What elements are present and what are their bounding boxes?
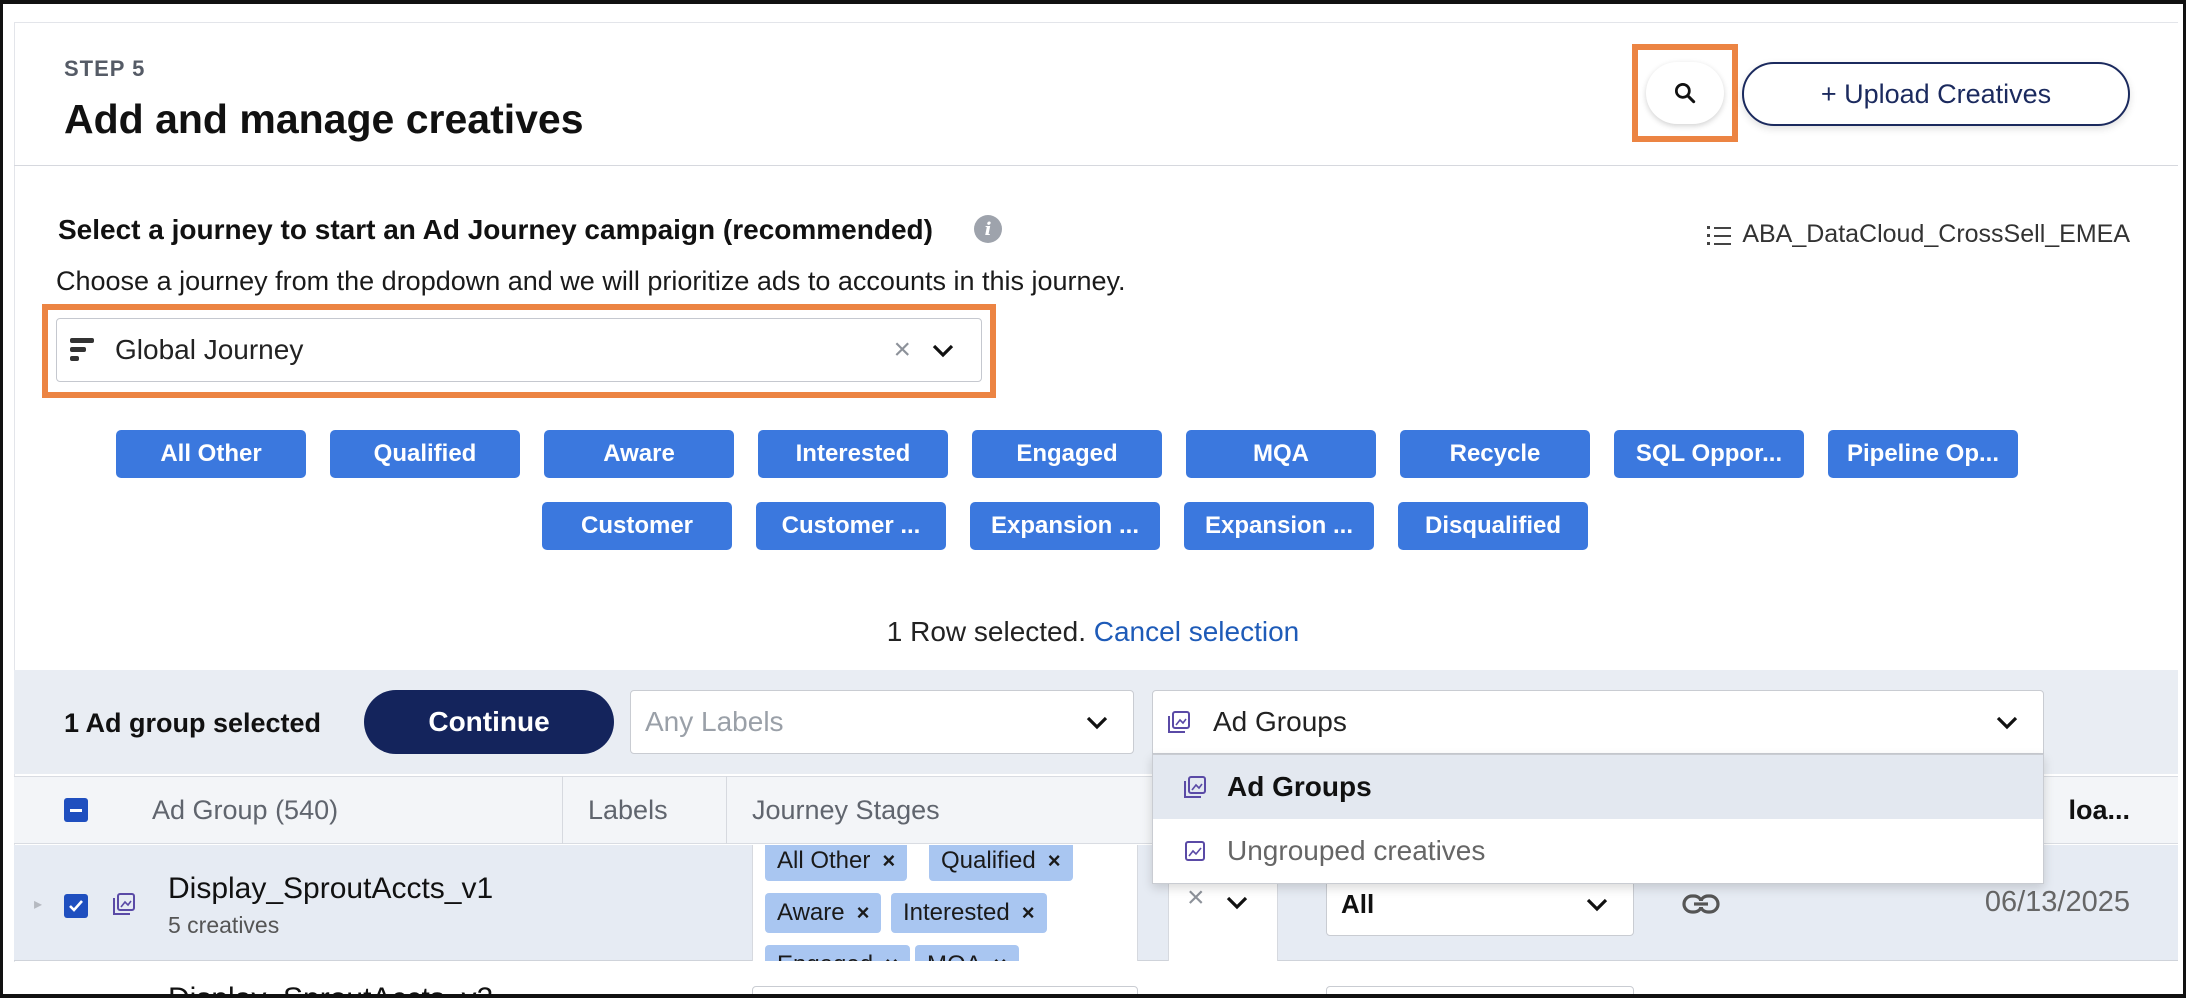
stage-chip[interactable]: MQA [1186,430,1376,478]
stage-chip[interactable]: Customer [542,502,732,550]
audience-select-value: All [1341,888,1375,919]
upload-creatives-button[interactable]: + Upload Creatives [1742,62,2130,126]
column-labels[interactable]: Labels [588,795,668,826]
chevron-down-icon [1586,898,1608,912]
info-icon[interactable]: i [974,215,1002,243]
chip-row-1: All Other Qualified Aware Interested Engaged… [0,430,2186,478]
stage-tag-label: MQA [927,951,982,961]
clear-icon[interactable]: × [1187,881,1205,915]
campaign-name-text: ABA_DataCloud_CrossSell_EMEA [1742,220,2130,248]
ad-group-icon [1184,776,1206,798]
column-last[interactable]: loa... [2068,795,2130,826]
grouping-select-value: Ad Groups [1213,706,1347,737]
search-icon [1674,82,1696,104]
menu-item-label: Ungrouped creatives [1227,835,1486,866]
list-icon [1707,225,1732,245]
check-icon [69,900,83,912]
stage-tag[interactable]: Qualified × [929,845,1073,881]
stage-tag-label: All Other [777,847,871,874]
stage-tag-label: Aware [777,899,845,926]
stage-chip[interactable]: Recycle [1400,430,1590,478]
stage-tag-label: Qualified [941,847,1036,874]
header-divider [14,165,2178,166]
labels-filter-select[interactable]: Any Labels [630,690,1134,754]
ad-group-icon [113,893,135,915]
chevron-down-icon [1086,716,1108,730]
link-icon[interactable] [1682,890,1720,918]
chevron-down-icon [1996,716,2018,730]
grouping-menu: Ad Groups Ungrouped creatives [1152,754,2044,884]
column-separator [726,776,727,844]
campaign-name: ABA_DataCloud_CrossSell_EMEA [1706,220,2130,249]
row-date: 06/13/2025 [1984,886,2130,918]
journey-select-value: Global Journey [115,334,304,365]
step-label: STEP 5 [64,56,146,81]
stage-chip[interactable]: Disqualified [1398,502,1588,550]
remove-tag-icon[interactable]: × [1048,848,1061,874]
journey-select[interactable]: Global Journey × [56,318,982,382]
labels-filter-placeholder: Any Labels [645,706,784,737]
chip-row-2: Customer Customer ... Expansion ... Expansi… [0,502,2186,550]
row-checkbox[interactable] [64,894,88,918]
stage-chip[interactable]: Engaged [972,430,1162,478]
ad-group-name[interactable]: Display_SproutAccts_v1 [168,872,493,906]
journey-heading: Select a journey to start an Ad Journey … [58,214,933,245]
journey-icon [70,338,94,361]
selected-count: 1 Ad group selected [64,708,322,738]
page-title: Add and manage creatives [64,96,584,142]
stage-chip[interactable]: Expansion ... [970,502,1160,550]
chevron-down-icon[interactable] [931,339,955,363]
stage-tag[interactable]: Engaged × [765,945,910,961]
search-button[interactable] [1646,62,1724,124]
continue-button[interactable]: Continue [364,690,614,754]
column-ad-group[interactable]: Ad Group (540) [152,795,338,826]
menu-item-ungrouped-creatives[interactable]: Ungrouped creatives [1153,819,2043,883]
stage-tag-label: Interested [903,899,1010,926]
image-icon [1185,841,1205,861]
journey-stage-chips: All Other Qualified Aware Interested Engaged… [0,430,2186,574]
menu-item-ad-groups[interactable]: Ad Groups [1153,755,2043,819]
remove-tag-icon[interactable]: × [882,848,895,874]
stage-chip[interactable]: Customer ... [756,502,946,550]
stage-chip[interactable]: Aware [544,430,734,478]
expand-row-icon[interactable]: ▸ [34,894,42,914]
menu-item-label: Ad Groups [1227,771,1372,802]
selection-status: 1 Row selected. Cancel selection [0,616,2186,648]
select-all-checkbox[interactable] [64,798,88,822]
cancel-selection-link[interactable]: Cancel selection [1094,616,1299,647]
stage-tag-label: Engaged [777,951,873,961]
selection-text: 1 Row selected. [886,616,1086,647]
column-separator [562,776,563,844]
stage-chip[interactable]: Interested [758,430,948,478]
grouping-select[interactable]: Ad Groups [1152,690,2044,754]
remove-tag-icon[interactable]: × [1022,900,1035,926]
creative-count: 5 creatives [168,912,280,938]
window-bottom-edge [0,994,2186,998]
stage-chip[interactable]: Qualified [330,430,520,478]
remove-tag-icon[interactable]: × [885,952,898,961]
stage-chip[interactable]: Expansion ... [1184,502,1374,550]
clear-icon[interactable]: × [893,333,911,367]
stage-chip[interactable]: SQL Oppor... [1614,430,1804,478]
stage-chip[interactable]: Pipeline Op... [1828,430,2018,478]
stage-tag[interactable]: All Other × [765,845,908,881]
journey-description: Choose a journey from the dropdown and w… [56,266,1126,296]
remove-tag-icon[interactable]: × [857,900,870,926]
stage-tag[interactable]: Aware × [765,893,882,933]
column-journey-stages[interactable]: Journey Stages [752,795,940,826]
stage-tag[interactable]: Interested × [891,893,1047,933]
chevron-down-icon[interactable] [1225,891,1249,915]
remove-tag-icon[interactable]: × [994,952,1007,961]
stage-chip[interactable]: All Other [116,430,306,478]
ad-group-icon [1168,711,1190,733]
stage-tag[interactable]: MQA × [915,945,1019,961]
journey-stage-tags[interactable]: All Other×Qualified×Aware×Interested×Eng… [752,845,1138,961]
